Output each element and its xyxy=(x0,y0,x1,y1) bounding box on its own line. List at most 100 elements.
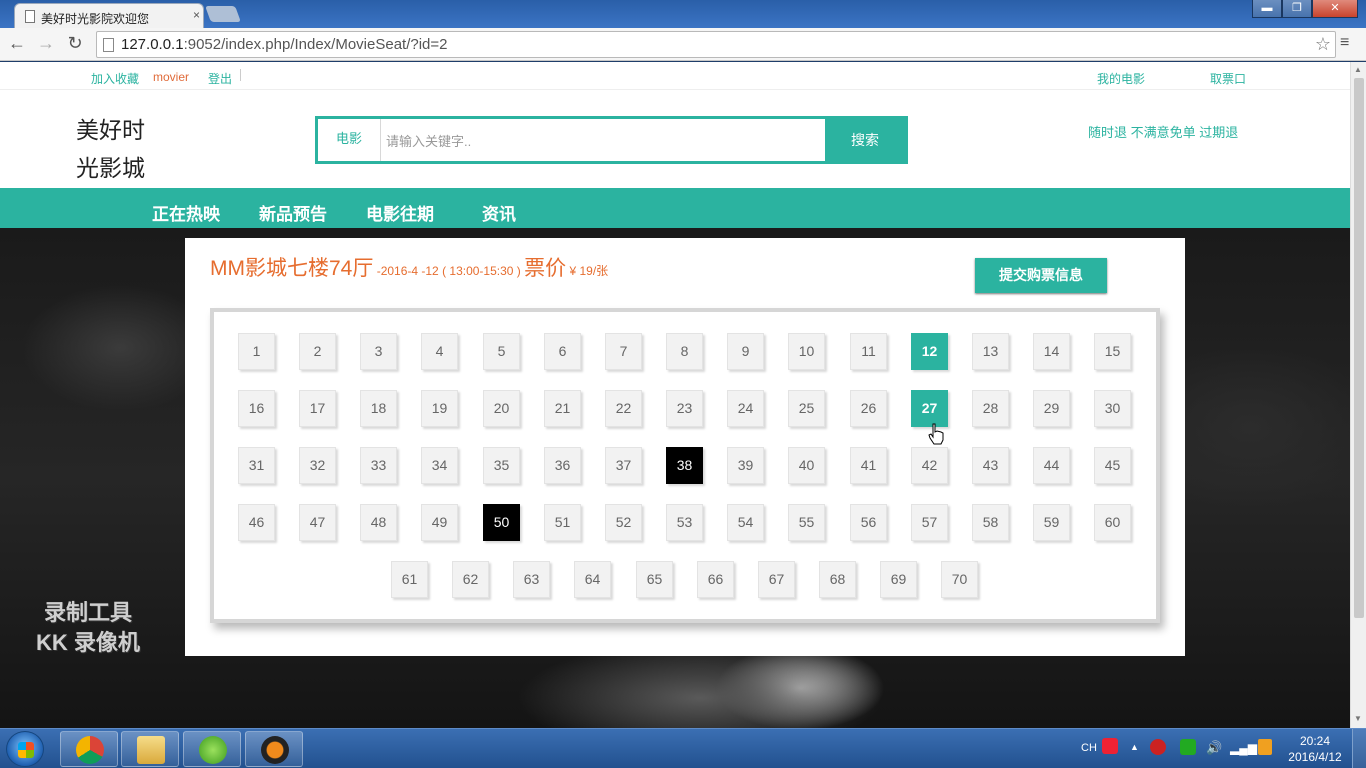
seat-27[interactable]: 27 xyxy=(911,390,948,427)
logout-link[interactable]: 登出 xyxy=(208,70,232,87)
seat-57[interactable]: 57 xyxy=(911,504,948,541)
seat-19[interactable]: 19 xyxy=(421,390,458,427)
page-scrollbar[interactable]: ▲ ▼ xyxy=(1350,62,1366,728)
seat-3[interactable]: 3 xyxy=(360,333,397,370)
seat-22[interactable]: 22 xyxy=(605,390,642,427)
tray-expand-icon[interactable]: ▲ xyxy=(1130,742,1139,752)
scrollbar-thumb[interactable] xyxy=(1354,78,1364,618)
taskbar-chrome[interactable] xyxy=(60,731,118,767)
seat-46[interactable]: 46 xyxy=(238,504,275,541)
close-window-button[interactable]: ✕ xyxy=(1312,0,1358,18)
seat-47[interactable]: 47 xyxy=(299,504,336,541)
seat-50[interactable]: 50 xyxy=(483,504,520,541)
seat-53[interactable]: 53 xyxy=(666,504,703,541)
seat-26[interactable]: 26 xyxy=(850,390,887,427)
seat-52[interactable]: 52 xyxy=(605,504,642,541)
seat-39[interactable]: 39 xyxy=(727,447,764,484)
seat-2[interactable]: 2 xyxy=(299,333,336,370)
bookmark-star-icon[interactable]: ☆ xyxy=(1315,34,1331,55)
volume-icon[interactable]: 🔊 xyxy=(1206,740,1222,756)
seat-25[interactable]: 25 xyxy=(788,390,825,427)
seat-64[interactable]: 64 xyxy=(574,561,611,598)
seat-15[interactable]: 15 xyxy=(1094,333,1131,370)
scroll-down-icon[interactable]: ▼ xyxy=(1354,714,1362,723)
seat-9[interactable]: 9 xyxy=(727,333,764,370)
tray-app-icon[interactable] xyxy=(1180,739,1196,755)
seat-20[interactable]: 20 xyxy=(483,390,520,427)
seat-59[interactable]: 59 xyxy=(1033,504,1070,541)
seat-24[interactable]: 24 xyxy=(727,390,764,427)
show-desktop-button[interactable] xyxy=(1352,729,1366,768)
seat-4[interactable]: 4 xyxy=(421,333,458,370)
taskbar-explorer[interactable] xyxy=(121,731,179,767)
address-bar[interactable]: 127.0.0.1:9052/index.php/Index/MovieSeat… xyxy=(96,31,1336,58)
minimize-button[interactable]: ▬ xyxy=(1252,0,1282,18)
seat-12[interactable]: 12 xyxy=(911,333,948,370)
browser-menu-icon[interactable]: ≡ xyxy=(1340,34,1349,52)
seat-21[interactable]: 21 xyxy=(544,390,581,427)
seat-5[interactable]: 5 xyxy=(483,333,520,370)
seat-33[interactable]: 33 xyxy=(360,447,397,484)
seat-34[interactable]: 34 xyxy=(421,447,458,484)
taskbar-app-green[interactable] xyxy=(183,731,241,767)
seat-65[interactable]: 65 xyxy=(636,561,673,598)
seat-40[interactable]: 40 xyxy=(788,447,825,484)
seat-48[interactable]: 48 xyxy=(360,504,397,541)
add-favorite-link[interactable]: 加入收藏 xyxy=(91,70,139,87)
taskbar-recorder[interactable] xyxy=(245,731,303,767)
system-clock[interactable]: 20:24 2016/4/12 xyxy=(1282,733,1348,765)
seat-45[interactable]: 45 xyxy=(1094,447,1131,484)
back-icon[interactable]: ← xyxy=(6,33,28,54)
seat-67[interactable]: 67 xyxy=(758,561,795,598)
browser-tab[interactable]: 美好时光影院欢迎您 × xyxy=(14,3,204,28)
my-movies-link[interactable]: 我的电影 xyxy=(1097,70,1145,87)
seat-7[interactable]: 7 xyxy=(605,333,642,370)
seat-36[interactable]: 36 xyxy=(544,447,581,484)
forward-icon[interactable]: → xyxy=(35,33,57,54)
ticket-pickup-link[interactable]: 取票口 xyxy=(1210,70,1246,87)
nav-item-news[interactable]: 资讯 xyxy=(482,200,516,225)
seat-14[interactable]: 14 xyxy=(1033,333,1070,370)
username-link[interactable]: movier xyxy=(153,70,189,84)
search-button[interactable]: 搜索 xyxy=(825,119,905,161)
nav-item-coming-soon[interactable]: 新品预告 xyxy=(259,200,327,225)
seat-54[interactable]: 54 xyxy=(727,504,764,541)
seat-70[interactable]: 70 xyxy=(941,561,978,598)
seat-31[interactable]: 31 xyxy=(238,447,275,484)
seat-11[interactable]: 11 xyxy=(850,333,887,370)
seat-23[interactable]: 23 xyxy=(666,390,703,427)
seat-6[interactable]: 6 xyxy=(544,333,581,370)
seat-30[interactable]: 30 xyxy=(1094,390,1131,427)
seat-41[interactable]: 41 xyxy=(850,447,887,484)
seat-35[interactable]: 35 xyxy=(483,447,520,484)
seat-60[interactable]: 60 xyxy=(1094,504,1131,541)
seat-55[interactable]: 55 xyxy=(788,504,825,541)
seat-61[interactable]: 61 xyxy=(391,561,428,598)
input-language[interactable]: CH xyxy=(1081,742,1097,754)
action-center-icon[interactable] xyxy=(1258,739,1272,755)
ime-icon[interactable] xyxy=(1102,738,1118,754)
maximize-button[interactable]: ❐ xyxy=(1282,0,1312,18)
seat-37[interactable]: 37 xyxy=(605,447,642,484)
url-text[interactable]: 127.0.0.1:9052/index.php/Index/MovieSeat… xyxy=(121,36,448,53)
seat-66[interactable]: 66 xyxy=(697,561,734,598)
search-category-select[interactable]: 电影 xyxy=(318,119,381,161)
seat-1[interactable]: 1 xyxy=(238,333,275,370)
security-icon[interactable] xyxy=(1150,739,1166,755)
seat-8[interactable]: 8 xyxy=(666,333,703,370)
site-logo[interactable]: 美好时 光影城 xyxy=(76,112,166,188)
tab-close-icon[interactable]: × xyxy=(193,8,200,22)
seat-29[interactable]: 29 xyxy=(1033,390,1070,427)
nav-item-past-movies[interactable]: 电影往期 xyxy=(366,200,434,225)
seat-63[interactable]: 63 xyxy=(513,561,550,598)
seat-62[interactable]: 62 xyxy=(452,561,489,598)
search-input[interactable]: 请输入关键字.. xyxy=(386,131,471,150)
seat-49[interactable]: 49 xyxy=(421,504,458,541)
network-icon[interactable]: ▂▄▆ xyxy=(1230,741,1257,755)
submit-order-button[interactable]: 提交购票信息 xyxy=(975,258,1107,293)
seat-32[interactable]: 32 xyxy=(299,447,336,484)
seat-18[interactable]: 18 xyxy=(360,390,397,427)
seat-56[interactable]: 56 xyxy=(850,504,887,541)
seat-51[interactable]: 51 xyxy=(544,504,581,541)
seat-16[interactable]: 16 xyxy=(238,390,275,427)
